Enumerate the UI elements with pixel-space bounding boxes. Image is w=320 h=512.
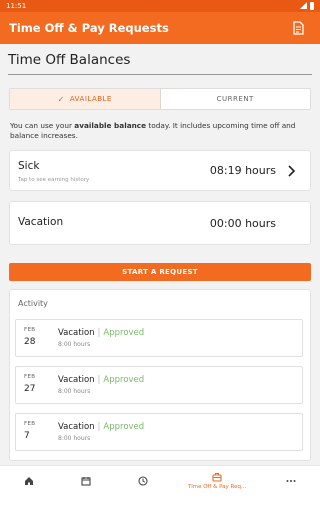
clock-icon	[138, 476, 148, 486]
balance-info-text: You can use your available balance today…	[10, 121, 310, 141]
nav-clock[interactable]	[114, 466, 171, 496]
activity-separator: |	[97, 375, 101, 385]
activity-separator: |	[97, 328, 101, 338]
activity-item[interactable]: FEB 28 Vacation | Approved 8:00 hours	[15, 319, 303, 357]
balance-value: 08:19 hours	[209, 164, 276, 177]
info-prefix: You can use your	[10, 121, 75, 130]
balance-name: Vacation	[18, 216, 64, 228]
activity-month: FEB	[24, 421, 36, 427]
activity-item[interactable]: FEB 7 Vacation | Approved 8:00 hours	[15, 413, 303, 451]
app-title: Time Off & Pay Requests	[9, 21, 169, 35]
status-icons	[300, 2, 314, 10]
bottom-nav: Time Off & Pay Req...	[0, 465, 320, 496]
status-bar: 11:51	[0, 0, 320, 12]
activity-day: 28	[24, 337, 36, 347]
activity-type: Vacation | Approved	[58, 422, 144, 432]
start-request-button[interactable]: START A REQUEST	[9, 263, 311, 281]
home-icon	[24, 477, 33, 485]
nav-calendar[interactable]	[57, 466, 114, 496]
nav-time-off[interactable]: Time Off & Pay Req...	[171, 466, 262, 496]
signal-icon	[300, 2, 307, 9]
battery-icon	[310, 2, 314, 10]
app-bar: Time Off & Pay Requests	[0, 12, 320, 44]
activity-label: Activity	[18, 299, 48, 308]
more-icon	[286, 480, 296, 482]
nav-time-off-label: Time Off & Pay Req...	[188, 484, 247, 490]
balance-name: Sick	[18, 160, 40, 172]
title-divider	[8, 74, 312, 75]
tab-current[interactable]: CURRENT	[161, 89, 311, 109]
tab-available[interactable]: ✓ AVAILABLE	[10, 89, 161, 109]
balance-card-vacation: Vacation 00:00 hours	[9, 201, 311, 245]
info-bold: available balance	[74, 121, 147, 130]
balance-toggle: ✓ AVAILABLE CURRENT	[9, 88, 311, 110]
activity-status: Approved	[103, 375, 145, 385]
activity-item[interactable]: FEB 27 Vacation | Approved 8:00 hours	[15, 366, 303, 404]
activity-hours: 8:00 hours	[58, 388, 91, 395]
tab-available-label: AVAILABLE	[69, 95, 112, 103]
balance-value: 00:00 hours	[209, 217, 276, 230]
activity-type: Vacation | Approved	[58, 375, 144, 385]
briefcase-icon	[212, 473, 222, 482]
check-icon: ✓	[57, 94, 65, 104]
activity-day: 7	[24, 431, 30, 441]
gesture-bar	[0, 495, 320, 512]
activity-month: FEB	[24, 374, 36, 380]
tab-current-label: CURRENT	[216, 95, 254, 103]
status-time: 11:51	[6, 2, 27, 10]
activity-hours: 8:00 hours	[58, 341, 91, 348]
activity-type-label: Vacation	[58, 422, 95, 432]
nav-more[interactable]	[263, 466, 320, 496]
balance-hint: Tap to see earning history	[18, 177, 90, 183]
activity-type: Vacation | Approved	[58, 328, 144, 338]
activity-separator: |	[97, 422, 101, 432]
section-title: Time Off Balances	[8, 52, 131, 68]
document-icon[interactable]	[293, 21, 305, 35]
activity-status: Approved	[103, 422, 145, 432]
balance-card-sick[interactable]: Sick Tap to see earning history 08:19 ho…	[9, 150, 311, 191]
activity-section: Activity FEB 28 Vacation | Approved 8:00 h…	[9, 289, 311, 461]
activity-status: Approved	[103, 328, 145, 338]
calendar-icon	[81, 477, 91, 486]
activity-month: FEB	[24, 327, 36, 333]
chevron-right-icon	[288, 165, 296, 177]
activity-hours: 8:00 hours	[58, 435, 91, 442]
activity-type-label: Vacation	[58, 375, 95, 385]
activity-type-label: Vacation	[58, 328, 95, 338]
nav-home[interactable]	[0, 466, 57, 496]
activity-day: 27	[24, 384, 36, 394]
